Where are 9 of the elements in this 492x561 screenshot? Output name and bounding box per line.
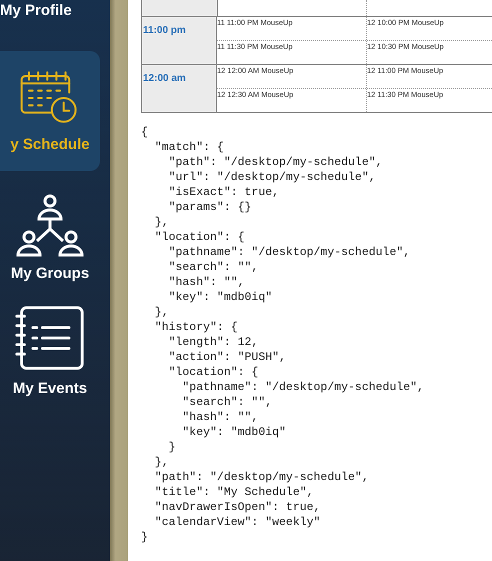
- nav-item[interactable]: My Events: [0, 304, 100, 397]
- nav-item[interactable]: My Groups: [0, 193, 100, 282]
- notebook-icon: [14, 304, 86, 372]
- time-cell: 11:00 pm: [142, 17, 217, 64]
- people-network-icon: [15, 193, 85, 257]
- nav-item[interactable]: My Profile: [0, 0, 100, 19]
- time-cell: 12:00 am: [142, 65, 217, 112]
- debug-json-output: { "match": { "path": "/desktop/my-schedule", "url": "/desktop/my-schedule", "isExact": true, "params": {} }, "location": { "pathname": "/desktop/my-schedule", "search": "", "hash": "", "key": "mdb0iq" }, "history": { "length": 12, "action": "PUSH", "location": { "pathname": "/desktop/my-schedule", "search": "", "hash": "", "key": "mdb0iq" } }, "path": "/desktop/my-schedule", "title": "My Schedule", "navDrawerIsOpen": true, "calendarView": "weekly" }: [141, 125, 425, 545]
- nav-item[interactable]: y Schedule: [0, 51, 100, 171]
